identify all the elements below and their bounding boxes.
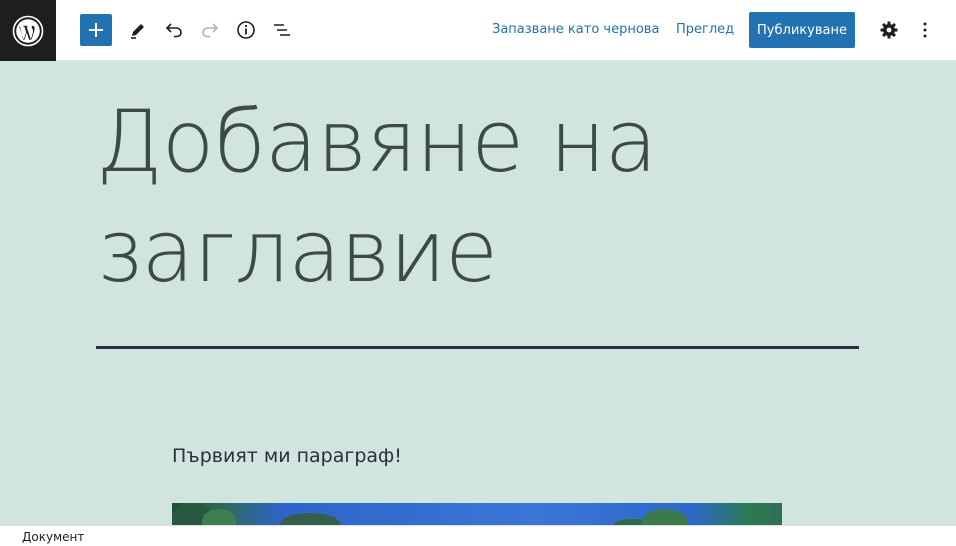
- details-button[interactable]: [230, 14, 262, 46]
- gear-icon: [880, 21, 898, 39]
- editor-footer: Документ: [0, 525, 956, 546]
- add-block-button[interactable]: [80, 14, 112, 46]
- editor-canvas: Добавяне на заглавие Първият ми параграф…: [0, 61, 956, 525]
- options-button[interactable]: [909, 14, 941, 46]
- tools-button[interactable]: [122, 14, 154, 46]
- palm-leaf-decoration: [202, 509, 236, 525]
- redo-button[interactable]: [194, 14, 226, 46]
- list-view-button[interactable]: [266, 14, 298, 46]
- undo-icon: [165, 23, 182, 38]
- preview-button[interactable]: Преглед: [676, 22, 734, 37]
- paragraph-block[interactable]: Първият ми параграф!: [172, 445, 402, 467]
- plus-icon: [89, 23, 103, 37]
- info-icon: [237, 21, 255, 39]
- wordpress-logo-button[interactable]: [0, 0, 56, 61]
- list-view-icon: [274, 24, 290, 36]
- post-title[interactable]: Добавяне на заглавие: [96, 87, 796, 307]
- breadcrumb-document[interactable]: Документ: [22, 530, 84, 544]
- settings-button[interactable]: [873, 14, 905, 46]
- palm-leaf-decoration: [642, 509, 688, 525]
- separator-block[interactable]: [96, 346, 859, 349]
- save-draft-button[interactable]: Запазване като чернова: [492, 22, 659, 37]
- publish-button[interactable]: Публикуване: [749, 12, 855, 48]
- undo-button[interactable]: [158, 14, 190, 46]
- editor-toolbar: Запазване като чернова Преглед Публикува…: [0, 0, 956, 61]
- pencil-icon: [131, 24, 144, 39]
- more-vertical-icon: [923, 22, 927, 38]
- redo-icon: [202, 23, 219, 38]
- wordpress-logo-icon: [12, 15, 44, 46]
- image-block[interactable]: [172, 503, 782, 525]
- palm-leaf-decoration: [280, 513, 340, 525]
